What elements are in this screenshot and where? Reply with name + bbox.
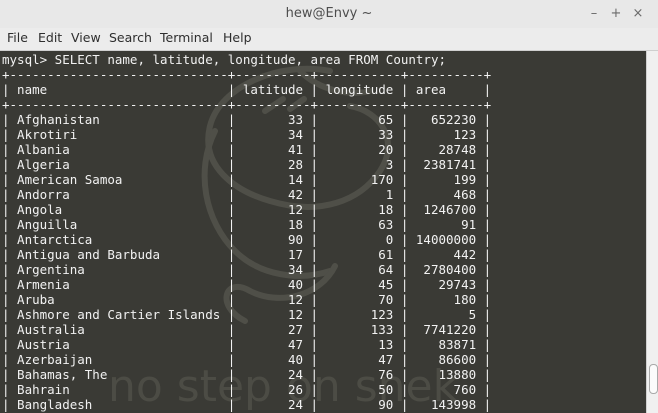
maximize-icon[interactable]: + (607, 5, 625, 23)
window-title: hew@Envy ~ (285, 6, 373, 21)
table-border: +-----------------------------+---------… (2, 67, 492, 82)
menu-help[interactable]: Help (222, 30, 253, 45)
table-row: | Azerbaijan | 40 | 47 | 86600 | (2, 352, 492, 367)
title-bar[interactable]: hew@Envy ~ – + × (0, 0, 658, 29)
table-row: | Akrotiri | 34 | 33 | 123 | (2, 127, 492, 142)
table-row: | Aruba | 12 | 70 | 180 | (2, 292, 492, 307)
table-row: | Andorra | 42 | 1 | 468 | (2, 187, 492, 202)
menu-file[interactable]: File (6, 30, 29, 45)
menu-search[interactable]: Search (108, 30, 153, 45)
table-row: | Antigua and Barbuda | 17 | 61 | 442 | (2, 247, 492, 262)
table-row: | Bangladesh | 24 | 90 | 143998 | (2, 397, 492, 412)
vertical-scrollbar[interactable] (646, 51, 658, 413)
table-row: | Antarctica | 90 | 0 | 14000000 | (2, 232, 492, 247)
menu-terminal[interactable]: Terminal (159, 30, 214, 45)
table-row: | Bahrain | 26 | 50 | 760 | (2, 382, 492, 397)
close-icon[interactable]: × (629, 5, 647, 23)
terminal-window: hew@Envy ~ – + × File Edit View Search T… (0, 0, 658, 413)
table-row: | Bahamas, The | 24 | 76 | 13880 | (2, 367, 492, 382)
table-row: | Anguilla | 18 | 63 | 91 | (2, 217, 492, 232)
table-row: | Algeria | 28 | 3 | 2381741 | (2, 157, 492, 172)
menu-view[interactable]: View (70, 30, 102, 45)
scrollbar-thumb[interactable] (649, 364, 658, 394)
menu-bar: File Edit View Search Terminal Help (0, 28, 658, 51)
table-row: | Armenia | 40 | 45 | 29743 | (2, 277, 492, 292)
table-row: | Argentina | 34 | 64 | 2780400 | (2, 262, 492, 277)
table-row: | Angola | 12 | 18 | 1246700 | (2, 202, 492, 217)
table-row: | Australia | 27 | 133 | 7741220 | (2, 322, 492, 337)
table-row: | American Samoa | 14 | 170 | 199 | (2, 172, 492, 187)
table-row: | Ashmore and Cartier Islands | 12 | 123… (2, 307, 492, 322)
table-border: +-----------------------------+---------… (2, 97, 492, 112)
command-line: mysql> SELECT name, latitude, longitude,… (2, 52, 447, 67)
table-row: | Austria | 47 | 13 | 83871 | (2, 337, 492, 352)
table-header: | name | latitude | longitude | area | (2, 82, 492, 97)
minimize-icon[interactable]: – (585, 5, 603, 23)
menu-edit[interactable]: Edit (37, 30, 63, 45)
table-row: | Albania | 41 | 20 | 28748 | (2, 142, 492, 157)
terminal-output[interactable]: no step on snek mysql> SELECT name, lati… (0, 51, 646, 413)
table-row: | Afghanistan | 33 | 65 | 652230 | (2, 112, 492, 127)
